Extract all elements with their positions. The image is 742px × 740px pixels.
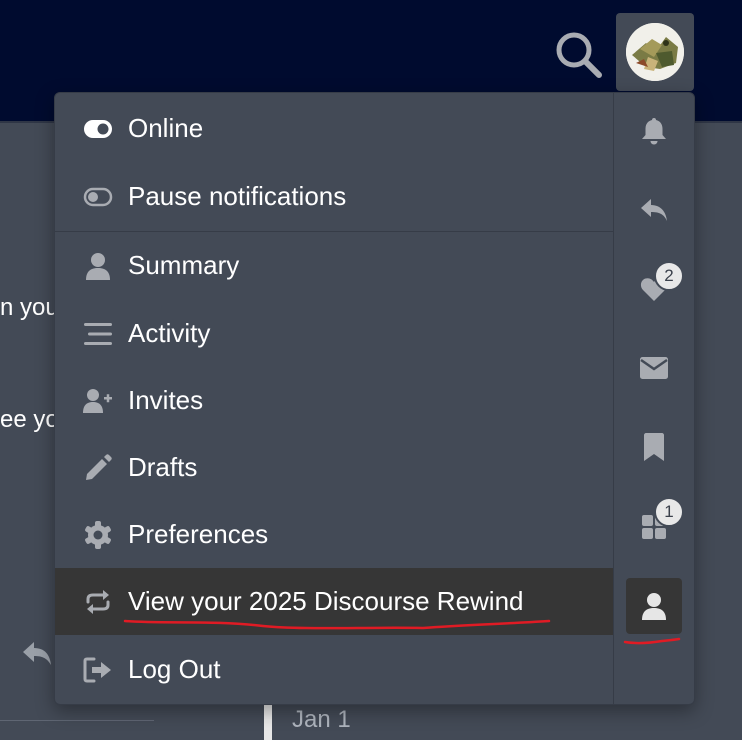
menu-item-log-out[interactable]: Log Out [55, 636, 613, 703]
tab-bookmarks[interactable] [626, 419, 682, 475]
user-menu-items: Online Pause notifications Summary Activ… [55, 93, 613, 704]
other-count-badge: 1 [654, 497, 684, 527]
tab-notifications[interactable] [626, 103, 682, 159]
menu-item-label: Preferences [128, 519, 269, 549]
menu-item-activity[interactable]: Activity [55, 300, 613, 367]
search-button[interactable] [548, 24, 608, 84]
tab-replies[interactable] [626, 182, 682, 238]
pencil-icon [82, 452, 114, 484]
menu-item-label: Pause notifications [128, 181, 347, 211]
divider [0, 720, 154, 721]
bell-icon [642, 118, 666, 145]
menu-item-invites[interactable]: Invites [55, 367, 613, 434]
menu-item-pause-notifications[interactable]: Pause notifications [55, 163, 613, 230]
user-icon [82, 250, 114, 282]
toggle-on-icon [82, 113, 114, 145]
post-text-fragment: ee yo [0, 406, 59, 433]
bookmark-icon [644, 433, 664, 461]
user-icon [642, 593, 666, 620]
menu-item-label: Summary [128, 250, 240, 280]
sign-out-icon [82, 654, 114, 686]
menu-item-summary[interactable]: Summary [55, 232, 613, 299]
tab-likes[interactable]: 2 [626, 261, 684, 317]
gear-icon [82, 519, 114, 551]
user-menu-button[interactable] [616, 13, 694, 91]
menu-item-label: Log Out [128, 654, 221, 684]
post-text-fragment: n you [0, 294, 59, 321]
timeline-date: Jan 1 [292, 706, 351, 733]
user-menu-panel: Online Pause notifications Summary Activ… [54, 92, 695, 705]
tab-other[interactable]: 1 [626, 497, 684, 555]
menu-item-label: Online [128, 113, 204, 143]
user-avatar [626, 23, 684, 81]
menu-item-label: Invites [128, 385, 204, 415]
menu-item-label: Activity [128, 318, 211, 348]
reply-icon[interactable] [20, 636, 54, 670]
stream-icon [82, 318, 114, 350]
timeline-handle[interactable] [264, 704, 272, 740]
tab-profile[interactable] [626, 578, 682, 634]
annotation-underline [123, 619, 551, 630]
menu-item-preferences[interactable]: Preferences [55, 501, 613, 568]
menu-item-drafts[interactable]: Drafts [55, 434, 613, 501]
tab-messages[interactable] [626, 340, 682, 396]
menu-item-label: Drafts [128, 452, 198, 482]
toggle-off-icon [82, 181, 114, 213]
search-icon [556, 32, 602, 78]
envelope-icon [640, 357, 668, 379]
annotation-underline [623, 637, 681, 645]
menu-item-label: View your 2025 Discourse Rewind [128, 586, 524, 616]
user-menu-tabs: 2 1 [614, 93, 694, 704]
menu-item-online[interactable]: Online [55, 95, 613, 162]
user-plus-icon [82, 385, 114, 417]
likes-count-badge: 2 [654, 261, 684, 291]
reply-icon [641, 199, 667, 221]
repeat-icon [82, 586, 114, 618]
